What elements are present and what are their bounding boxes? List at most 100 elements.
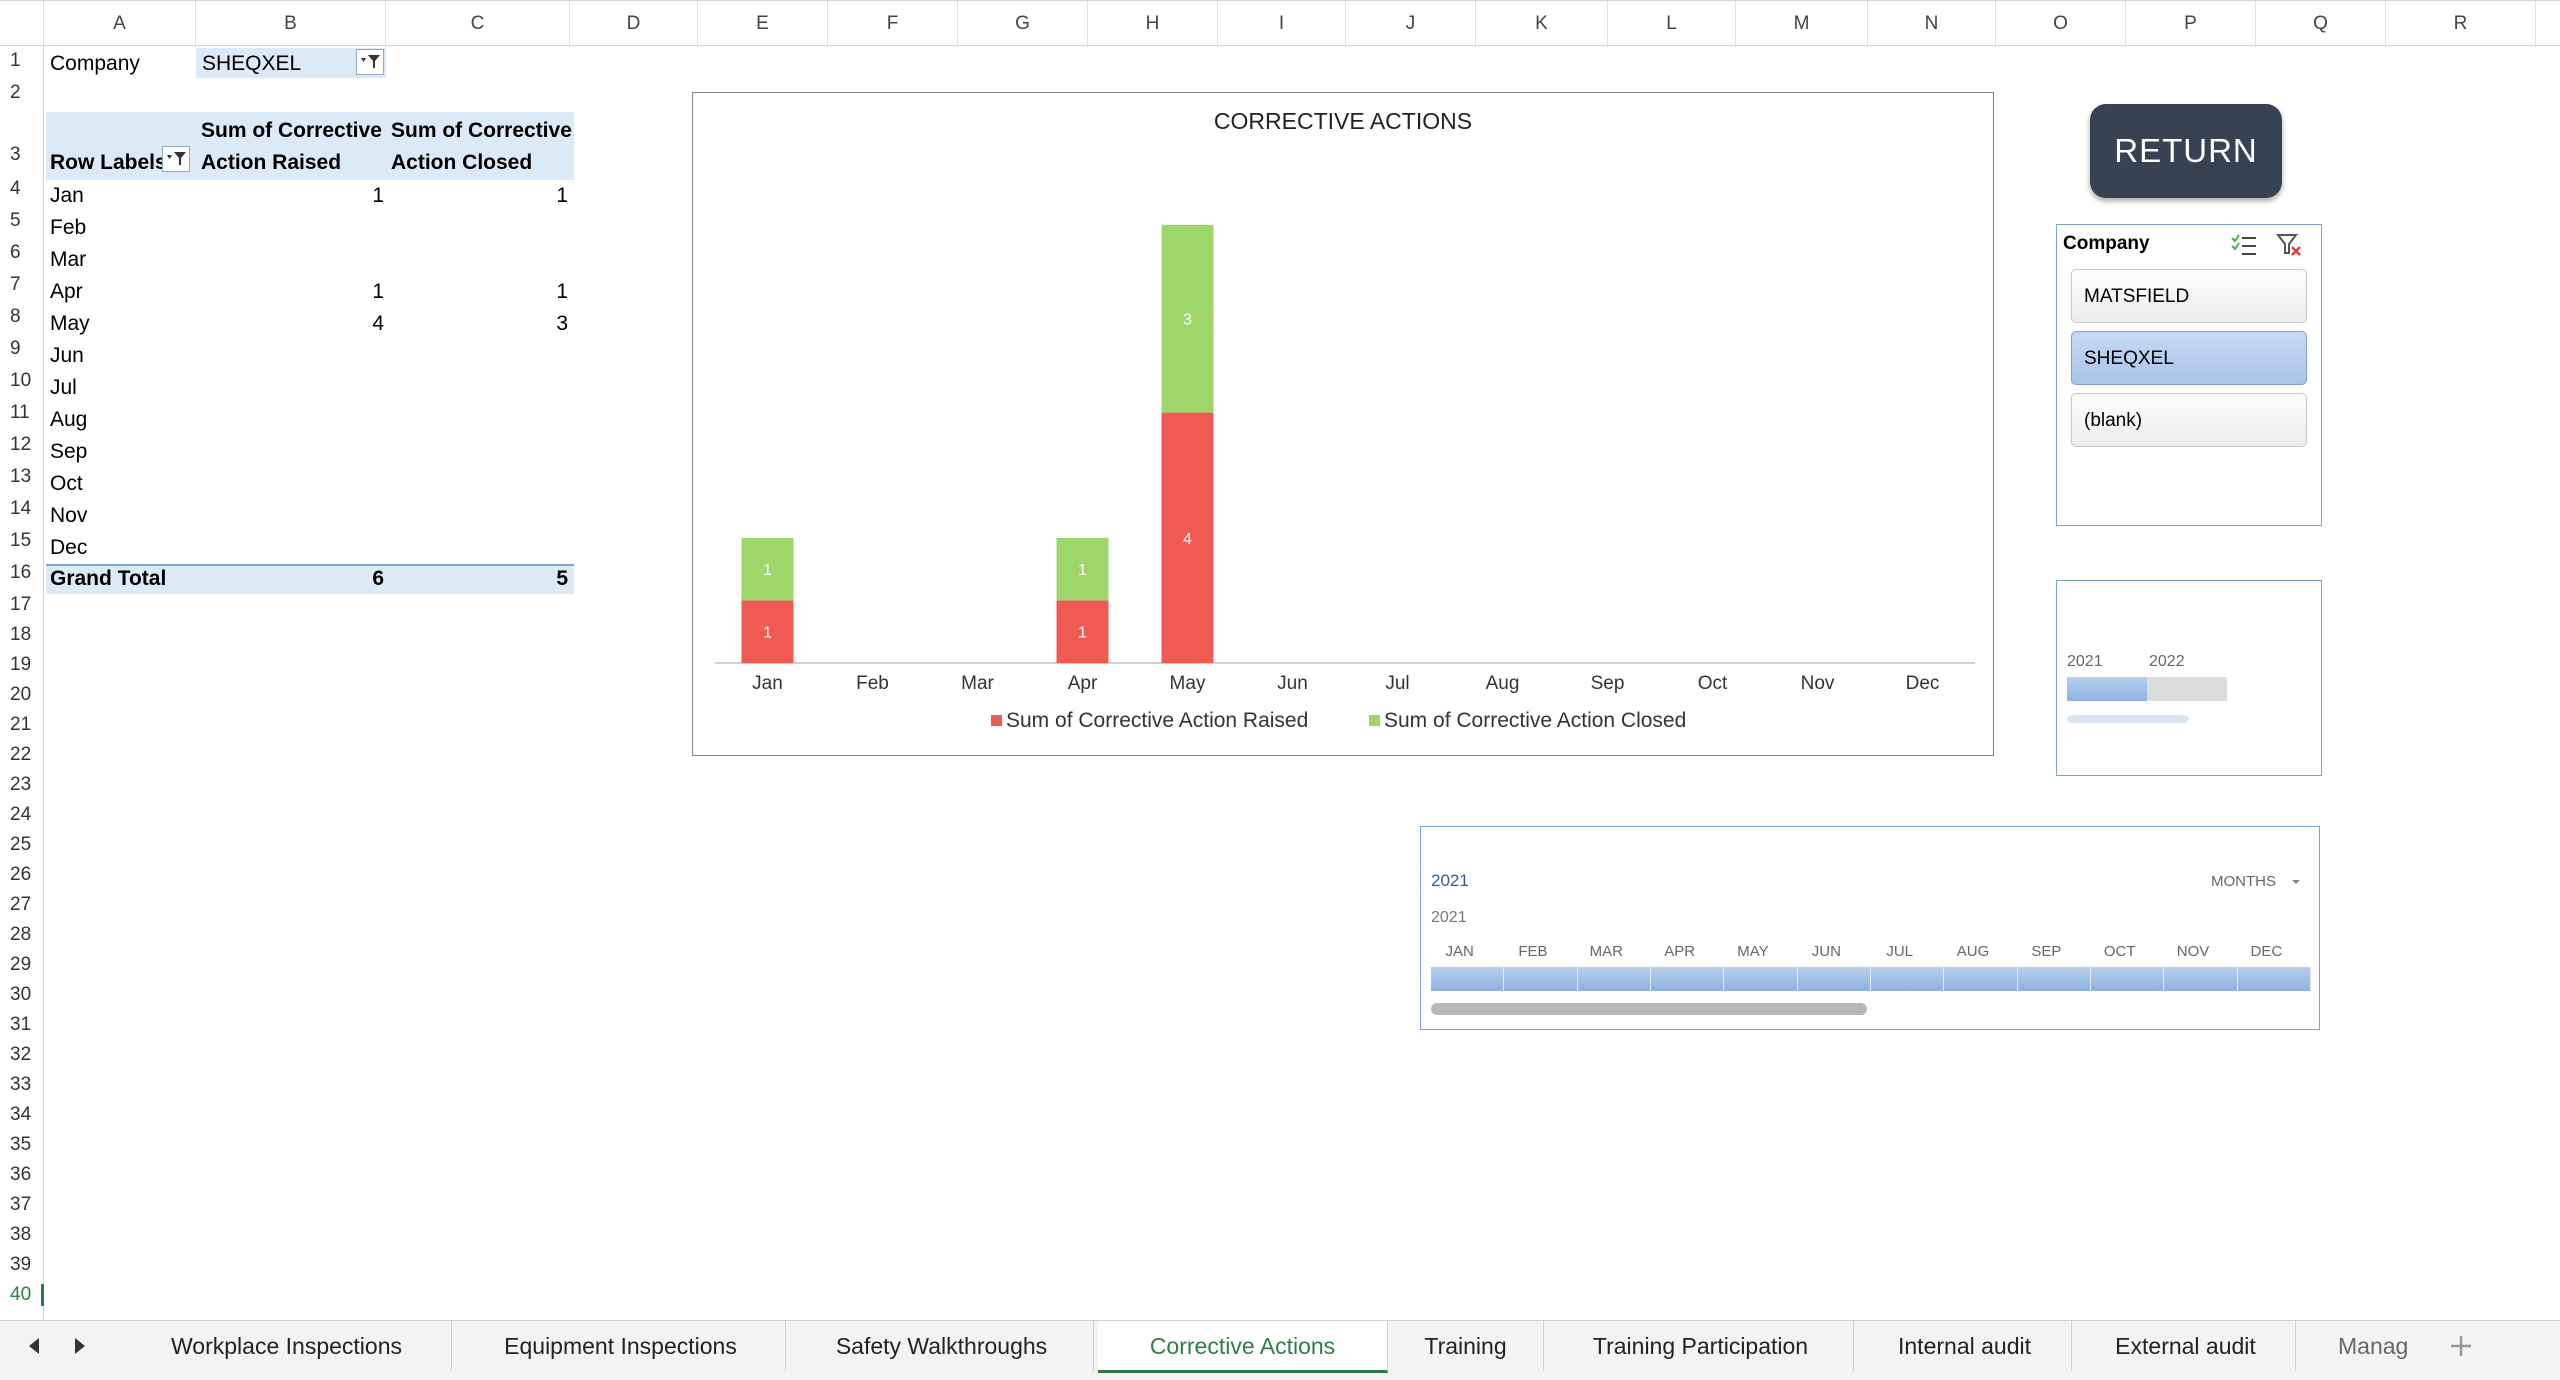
row-header-37[interactable]: 37	[0, 1194, 44, 1216]
timeline-month-bar[interactable]	[1871, 967, 1945, 991]
sheet-tab-corrective-actions[interactable]: Corrective Actions	[1098, 1321, 1388, 1373]
row-header-8[interactable]: 8	[0, 306, 44, 328]
sheet-tab-internal-audit[interactable]: Internal audit	[1858, 1321, 2072, 1371]
row-labels-filter-button[interactable]	[162, 146, 190, 172]
row-header-10[interactable]: 10	[0, 370, 44, 392]
sheet-tab-manag[interactable]: Manag	[2300, 1321, 2420, 1371]
row-header-14[interactable]: 14	[0, 498, 44, 520]
row-header-31[interactable]: 31	[0, 1014, 44, 1036]
column-header-a[interactable]: A	[44, 1, 196, 47]
filter-value[interactable]: SHEQXEL	[202, 52, 301, 76]
multi-select-icon[interactable]	[2229, 231, 2259, 259]
column-header-i[interactable]: I	[1218, 1, 1346, 47]
row-header-25[interactable]: 25	[0, 834, 44, 856]
row-header-5[interactable]: 5	[0, 210, 44, 232]
sheet-tab-training-participation[interactable]: Training Participation	[1548, 1321, 1854, 1371]
row-header-16[interactable]: 16	[0, 562, 44, 584]
column-header-m[interactable]: M	[1736, 1, 1868, 47]
row-header-6[interactable]: 6	[0, 242, 44, 264]
sheet-tab-safety-walkthroughs[interactable]: Safety Walkthroughs	[790, 1321, 1094, 1371]
row-header-34[interactable]: 34	[0, 1104, 44, 1126]
timeline-month-bar[interactable]	[1797, 967, 1871, 991]
column-header-g[interactable]: G	[958, 1, 1088, 47]
row-header-28[interactable]: 28	[0, 924, 44, 946]
row-header-32[interactable]: 32	[0, 1044, 44, 1066]
timeline-month-bar[interactable]	[1504, 967, 1578, 991]
column-header-j[interactable]: J	[1346, 1, 1476, 47]
return-button[interactable]: RETURN	[2090, 104, 2282, 198]
column-header-c[interactable]: C	[386, 1, 570, 47]
timeline-level-selector[interactable]: MONTHS	[2211, 873, 2276, 890]
column-header-l[interactable]: L	[1608, 1, 1736, 47]
row-header-40[interactable]: 40	[0, 1284, 44, 1306]
prev-sheet-icon[interactable]	[24, 1335, 44, 1357]
slicer-item-blank[interactable]: (blank)	[2071, 393, 2307, 447]
row-header-7[interactable]: 7	[0, 274, 44, 296]
column-header-p[interactable]: P	[2126, 1, 2256, 47]
row-header-23[interactable]: 23	[0, 774, 44, 796]
year-bar-2022[interactable]	[2147, 677, 2227, 701]
slicer-item-sheqxel[interactable]: SHEQXEL	[2071, 331, 2307, 385]
column-header-h[interactable]: H	[1088, 1, 1218, 47]
row-header-33[interactable]: 33	[0, 1074, 44, 1096]
row-header-15[interactable]: 15	[0, 530, 44, 552]
row-header-17[interactable]: 17	[0, 594, 44, 616]
timeline-month-bar[interactable]	[1944, 967, 2018, 991]
timeline-month-bar[interactable]	[1724, 967, 1798, 991]
row-header-3[interactable]: 3	[0, 144, 44, 166]
year-bar-2021[interactable]	[2067, 677, 2147, 701]
timeline-month-bar[interactable]	[2091, 967, 2165, 991]
timeline-month-bar[interactable]	[1431, 967, 1505, 991]
column-header-d[interactable]: D	[570, 1, 698, 47]
row-header-1[interactable]: 1	[0, 50, 44, 72]
timeline-month-bar[interactable]	[2017, 967, 2091, 991]
row-header-26[interactable]: 26	[0, 864, 44, 886]
row-header-12[interactable]: 12	[0, 434, 44, 456]
timeline-month-bar[interactable]	[2237, 967, 2311, 991]
year-scrollbar[interactable]	[2067, 715, 2189, 723]
company-slicer[interactable]: Company MATSFIELD SHEQXEL (blank)	[2056, 224, 2322, 526]
row-header-13[interactable]: 13	[0, 466, 44, 488]
row-header-38[interactable]: 38	[0, 1224, 44, 1246]
row-header-9[interactable]: 9	[0, 338, 44, 360]
timeline-scrollbar[interactable]	[1431, 1003, 1867, 1015]
row-header-20[interactable]: 20	[0, 684, 44, 706]
column-header-n[interactable]: N	[1868, 1, 1996, 47]
chevron-down-icon[interactable]	[2290, 877, 2302, 887]
column-header-e[interactable]: E	[698, 1, 828, 47]
select-all-corner[interactable]	[0, 1, 44, 47]
row-header-11[interactable]: 11	[0, 402, 44, 424]
year-timeline[interactable]: 2021 2022	[2056, 580, 2322, 776]
row-header-35[interactable]: 35	[0, 1134, 44, 1156]
row-header-4[interactable]: 4	[0, 178, 44, 200]
column-header-o[interactable]: O	[1996, 1, 2126, 47]
timeline-month-bar[interactable]	[1651, 967, 1725, 991]
sheet-tab-workplace-inspections[interactable]: Workplace Inspections	[122, 1321, 452, 1371]
row-header-30[interactable]: 30	[0, 984, 44, 1006]
row-header-22[interactable]: 22	[0, 744, 44, 766]
column-header-b[interactable]: B	[196, 1, 386, 47]
corrective-actions-chart[interactable]: CORRECTIVE ACTIONS 1 1 Jan Feb Mar 1 1 Apr 4 3 May J…	[692, 92, 1994, 756]
row-header-27[interactable]: 27	[0, 894, 44, 916]
slicer-item-matsfield[interactable]: MATSFIELD	[2071, 269, 2307, 323]
column-header-q[interactable]: Q	[2256, 1, 2386, 47]
row-header-2[interactable]: 2	[0, 82, 44, 104]
next-sheet-icon[interactable]	[70, 1335, 90, 1357]
row-header-24[interactable]: 24	[0, 804, 44, 826]
row-header-36[interactable]: 36	[0, 1164, 44, 1186]
column-header-r[interactable]: R	[2386, 1, 2536, 47]
timeline-month-bar[interactable]	[2164, 967, 2238, 991]
row-header-21[interactable]: 21	[0, 714, 44, 736]
row-header-39[interactable]: 39	[0, 1254, 44, 1276]
timeline-month-bar[interactable]	[1577, 967, 1651, 991]
month-timeline[interactable]: 2021 MONTHS 2021 JAN FEB MAR APR MAY JUN JUL AU…	[1420, 826, 2320, 1030]
add-sheet-icon[interactable]	[2448, 1333, 2474, 1359]
column-header-k[interactable]: K	[1476, 1, 1608, 47]
clear-filter-icon[interactable]	[2275, 231, 2305, 259]
filter-dropdown-button[interactable]	[356, 49, 384, 75]
row-header-19[interactable]: 19	[0, 654, 44, 676]
column-header-f[interactable]: F	[828, 1, 958, 47]
sheet-tab-external-audit[interactable]: External audit	[2076, 1321, 2296, 1371]
row-header-29[interactable]: 29	[0, 954, 44, 976]
sheet-tab-equipment-inspections[interactable]: Equipment Inspections	[456, 1321, 786, 1371]
